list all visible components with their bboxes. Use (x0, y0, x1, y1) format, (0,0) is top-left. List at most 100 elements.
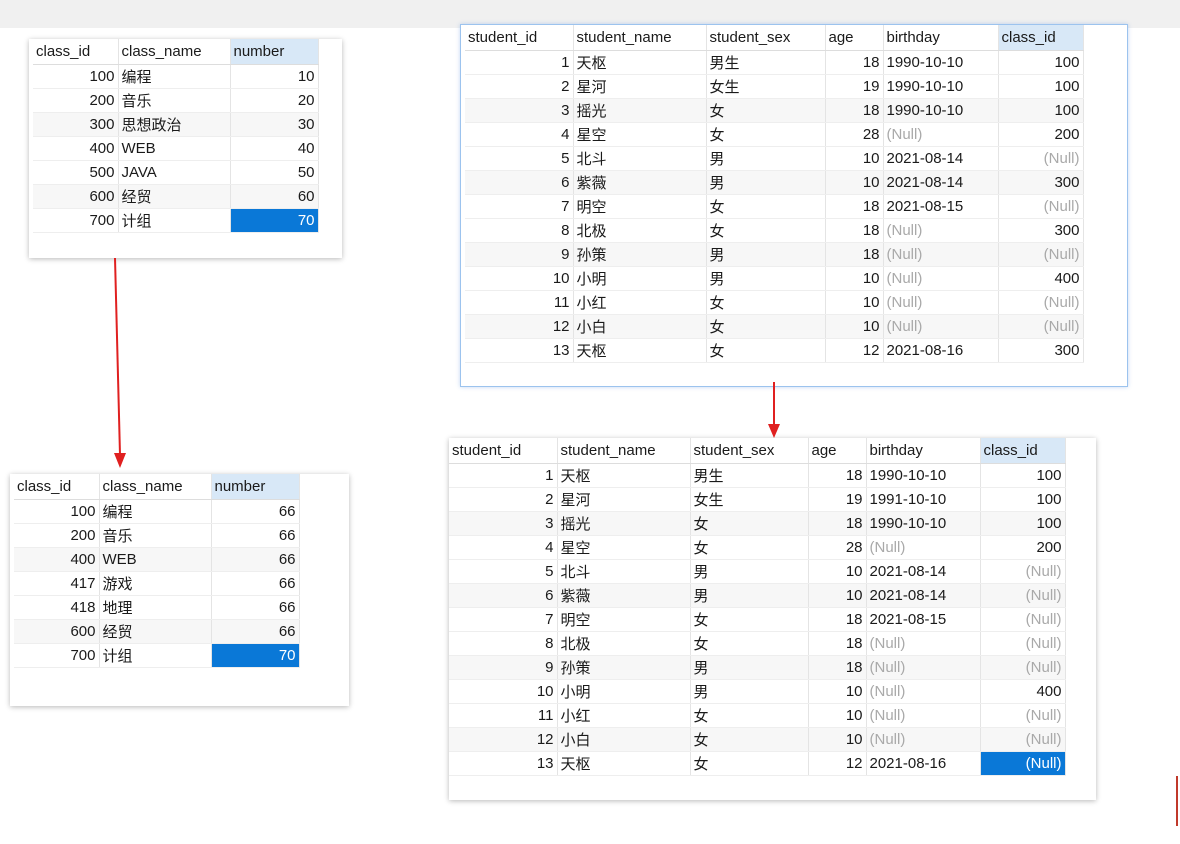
table-cell-birthday[interactable]: 2021-08-14 (883, 146, 999, 171)
table-cell-student-id[interactable]: 7 (449, 607, 558, 632)
table-cell-class-id[interactable]: 100 (33, 64, 119, 89)
table-cell-student-id[interactable]: 10 (449, 679, 558, 704)
table-cell-class-id[interactable]: 200 (980, 535, 1066, 560)
table-cell-class-id[interactable]: 400 (998, 266, 1084, 291)
table-cell-student-name[interactable]: 北斗 (573, 146, 707, 171)
table-cell-student-sex[interactable]: 男生 (690, 463, 809, 488)
table-cell-class-id[interactable]: (Null) (980, 751, 1066, 776)
table-cell-class-id[interactable]: (Null) (998, 242, 1084, 267)
table-cell-class-id[interactable]: 100 (980, 463, 1066, 488)
table-cell-class-name[interactable]: WEB (118, 136, 231, 161)
table-cell-student-name[interactable]: 摇光 (557, 511, 691, 536)
table-cell-age[interactable]: 10 (825, 290, 884, 315)
table-cell-student-id[interactable]: 8 (465, 218, 574, 243)
table-row[interactable]: 13 天枢女 12 2021-08-16 300 (465, 338, 1084, 363)
table-cell-student-name[interactable]: 小红 (573, 290, 707, 315)
table-cell-birthday[interactable]: 2021-08-15 (883, 194, 999, 219)
table-cell-class-name[interactable]: 地理 (99, 595, 212, 620)
table-cell-student-id[interactable]: 10 (465, 266, 574, 291)
table-row[interactable]: 700 计组 70 (14, 643, 300, 668)
table-cell-class-id[interactable]: 100 (980, 487, 1066, 512)
table-cell-student-sex[interactable]: 女 (690, 751, 809, 776)
table-cell-age[interactable]: 10 (808, 559, 867, 584)
table-cell-birthday[interactable]: (Null) (883, 218, 999, 243)
table-cell-student-sex[interactable]: 女生 (706, 74, 826, 99)
table-cell-age[interactable]: 18 (808, 463, 867, 488)
table-row[interactable]: 6 紫薇男 10 2021-08-14 300 (465, 170, 1084, 195)
table-cell-student-sex[interactable]: 男 (706, 266, 826, 291)
table-row[interactable]: 600 经贸 60 (33, 184, 319, 209)
column-header-class-id[interactable]: class_id (998, 25, 1084, 51)
table-cell-class-id[interactable]: 100 (998, 50, 1084, 75)
column-header-class-id[interactable]: class_id (14, 474, 100, 500)
table-row[interactable]: 2 星河 女生 19 1991-10-10 100 (449, 487, 1066, 512)
table-row[interactable]: 600 经贸 66 (14, 619, 300, 644)
table-cell-number[interactable]: 60 (230, 184, 319, 209)
column-header-class-name[interactable]: class_name (118, 39, 231, 65)
table-cell-age[interactable]: 10 (825, 170, 884, 195)
table-cell-age[interactable]: 19 (825, 74, 884, 99)
column-header-student-id[interactable]: student_id (465, 25, 574, 51)
table-cell-student-sex[interactable]: 男 (690, 559, 809, 584)
table-cell-age[interactable]: 12 (808, 751, 867, 776)
table-row[interactable]: 300 思想政治 30 (33, 112, 319, 137)
table-cell-student-sex[interactable]: 女 (706, 290, 826, 315)
table-cell-class-id[interactable]: (Null) (980, 559, 1066, 584)
table-cell-class-id[interactable]: 200 (33, 88, 119, 113)
table-cell-class-name[interactable]: 经贸 (99, 619, 212, 644)
table-cell-number[interactable]: 30 (230, 112, 319, 137)
table-cell-number[interactable]: 66 (211, 571, 300, 596)
table-row[interactable]: 4 星空女 28 (Null) 200 (449, 535, 1066, 560)
table-cell-class-id[interactable]: 400 (14, 547, 100, 572)
table-cell-class-id[interactable]: 300 (998, 218, 1084, 243)
table-row[interactable]: 9 孙策男 18 (Null) (Null) (465, 242, 1084, 267)
table-row[interactable]: 5 北斗男 10 2021-08-14 (Null) (449, 559, 1066, 584)
table-cell-class-id[interactable]: (Null) (998, 146, 1084, 171)
table-cell-birthday[interactable]: 1990-10-10 (883, 98, 999, 123)
table-cell-student-sex[interactable]: 女 (690, 631, 809, 656)
table-cell-age[interactable]: 18 (825, 194, 884, 219)
table-row[interactable]: 3 摇光女 18 1990-10-10 100 (465, 98, 1084, 123)
table-cell-age[interactable]: 10 (825, 266, 884, 291)
table-cell-student-name[interactable]: 星河 (557, 487, 691, 512)
table-cell-student-name[interactable]: 紫薇 (573, 170, 707, 195)
table-cell-student-sex[interactable]: 女 (690, 727, 809, 752)
table-row[interactable]: 12 小白女 10 (Null) (Null) (465, 314, 1084, 339)
table-cell-number[interactable]: 66 (211, 499, 300, 524)
table-cell-birthday[interactable]: (Null) (883, 290, 999, 315)
table-cell-class-id[interactable]: (Null) (998, 290, 1084, 315)
table-cell-class-id[interactable]: 418 (14, 595, 100, 620)
table-row[interactable]: 11 小红女 10 (Null) (Null) (465, 290, 1084, 315)
table-cell-class-name[interactable]: 音乐 (118, 88, 231, 113)
table-cell-class-name[interactable]: 游戏 (99, 571, 212, 596)
table-cell-class-id[interactable]: (Null) (980, 583, 1066, 608)
table-cell-birthday[interactable]: 1990-10-10 (883, 50, 999, 75)
table-cell-birthday[interactable]: 1990-10-10 (866, 511, 981, 536)
table-cell-number[interactable]: 66 (211, 595, 300, 620)
table-cell-class-id[interactable]: (Null) (980, 727, 1066, 752)
column-header-class-id[interactable]: class_id (980, 438, 1066, 464)
table-cell-student-id[interactable]: 1 (465, 50, 574, 75)
table-row[interactable]: 6 紫薇男 10 2021-08-14 (Null) (449, 583, 1066, 608)
table-cell-student-id[interactable]: 6 (465, 170, 574, 195)
table-cell-student-name[interactable]: 小红 (557, 703, 691, 728)
column-header-student-name[interactable]: student_name (573, 25, 707, 51)
table-cell-student-name[interactable]: 北极 (573, 218, 707, 243)
table-cell-student-sex[interactable]: 女 (706, 338, 826, 363)
table-row[interactable]: 12 小白女 10 (Null) (Null) (449, 727, 1066, 752)
table-row[interactable]: 10 小明男 10 (Null) 400 (465, 266, 1084, 291)
table-row[interactable]: 418 地理 66 (14, 595, 300, 620)
column-header-birthday[interactable]: birthday (866, 438, 981, 464)
table-cell-class-id[interactable]: (Null) (980, 655, 1066, 680)
table-cell-student-sex[interactable]: 女 (706, 122, 826, 147)
table-cell-student-sex[interactable]: 女 (690, 535, 809, 560)
table-cell-number[interactable]: 70 (230, 208, 319, 233)
table-cell-age[interactable]: 28 (825, 122, 884, 147)
table-cell-birthday[interactable]: (Null) (866, 535, 981, 560)
table-cell-class-name[interactable]: 编程 (99, 499, 212, 524)
table-cell-age[interactable]: 18 (825, 50, 884, 75)
table-cell-age[interactable]: 18 (825, 242, 884, 267)
column-header-student-sex[interactable]: student_sex (690, 438, 809, 464)
table-cell-class-id[interactable]: 100 (980, 511, 1066, 536)
table-cell-student-id[interactable]: 13 (465, 338, 574, 363)
